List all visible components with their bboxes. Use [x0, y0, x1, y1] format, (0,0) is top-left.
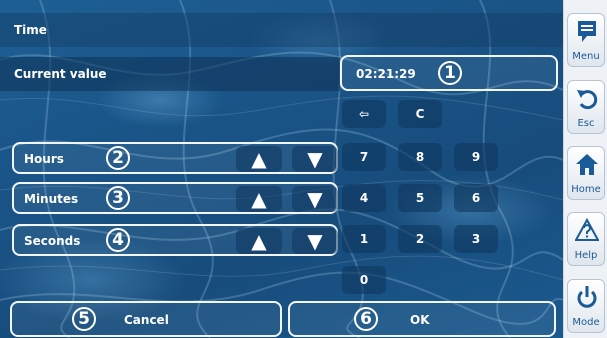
clear-key[interactable]: C	[398, 100, 442, 128]
callout-badge-3: 3	[106, 186, 130, 210]
hours-label: Hours	[24, 152, 64, 166]
current-value-text: 02:21:29	[356, 67, 416, 81]
keypad-key-1[interactable]: 1	[342, 225, 386, 253]
title-bar: Time	[0, 13, 563, 47]
cancel-button[interactable]: 5 Cancel	[10, 301, 282, 337]
current-value-label: Current value	[14, 67, 107, 81]
keypad-key-2[interactable]: 2	[398, 225, 442, 253]
cancel-label: Cancel	[124, 313, 169, 327]
minutes-down-button[interactable]: ▼	[292, 186, 338, 212]
help-label: Help	[574, 250, 598, 261]
keypad-key-0[interactable]: 0	[342, 266, 386, 294]
page-title: Time	[14, 23, 47, 37]
keypad-key-8[interactable]: 8	[398, 143, 442, 171]
callout-badge-1: 1	[438, 61, 462, 85]
home-icon	[576, 154, 598, 175]
minutes-label: Minutes	[24, 192, 79, 206]
home-button[interactable]: Home	[567, 146, 605, 200]
esc-label: Esc	[577, 118, 595, 129]
menu-button[interactable]: Menu	[567, 13, 605, 67]
seconds-down-button[interactable]: ▼	[292, 228, 338, 254]
seconds-label: Seconds	[24, 234, 81, 248]
seconds-up-button[interactable]: ▲	[236, 228, 282, 254]
help-button[interactable]: Help	[567, 212, 605, 266]
keypad-key-7[interactable]: 7	[342, 143, 386, 171]
hours-up-button[interactable]: ▲	[236, 146, 282, 172]
callout-badge-6: 6	[354, 307, 378, 331]
current-value-field: 02:21:29 1	[340, 55, 558, 91]
menu-icon	[578, 21, 596, 42]
main-screen: Time Current value 02:21:29 1 Hours 2 ▲ …	[0, 0, 563, 338]
keypad-key-5[interactable]: 5	[398, 184, 442, 212]
keypad-key-9[interactable]: 9	[454, 143, 498, 171]
hours-row: Hours 2 ▲ ▼	[12, 142, 338, 174]
callout-badge-5: 5	[72, 307, 96, 331]
backspace-key[interactable]: ⇦	[342, 100, 386, 128]
power-icon	[577, 286, 597, 308]
hours-down-button[interactable]: ▼	[292, 146, 338, 172]
sidebar: Menu Esc Home Help Mode	[563, 0, 607, 338]
ok-label: OK	[410, 313, 430, 327]
mode-button[interactable]: Mode	[567, 279, 605, 333]
home-label: Home	[571, 184, 601, 195]
escape-icon	[577, 90, 598, 110]
menu-label: Menu	[572, 51, 600, 62]
callout-badge-2: 2	[106, 146, 130, 170]
keypad-key-4[interactable]: 4	[342, 184, 386, 212]
mode-label: Mode	[572, 317, 600, 328]
help-icon	[575, 218, 599, 241]
ok-button[interactable]: 6 OK	[288, 301, 556, 337]
keypad-key-3[interactable]: 3	[454, 225, 498, 253]
minutes-up-button[interactable]: ▲	[236, 186, 282, 212]
esc-button[interactable]: Esc	[567, 80, 605, 134]
minutes-row: Minutes 3 ▲ ▼	[12, 182, 338, 214]
seconds-row: Seconds 4 ▲ ▼	[12, 224, 338, 256]
current-value-bar: Current value	[0, 57, 340, 91]
keypad-key-6[interactable]: 6	[454, 184, 498, 212]
callout-badge-4: 4	[106, 228, 130, 252]
